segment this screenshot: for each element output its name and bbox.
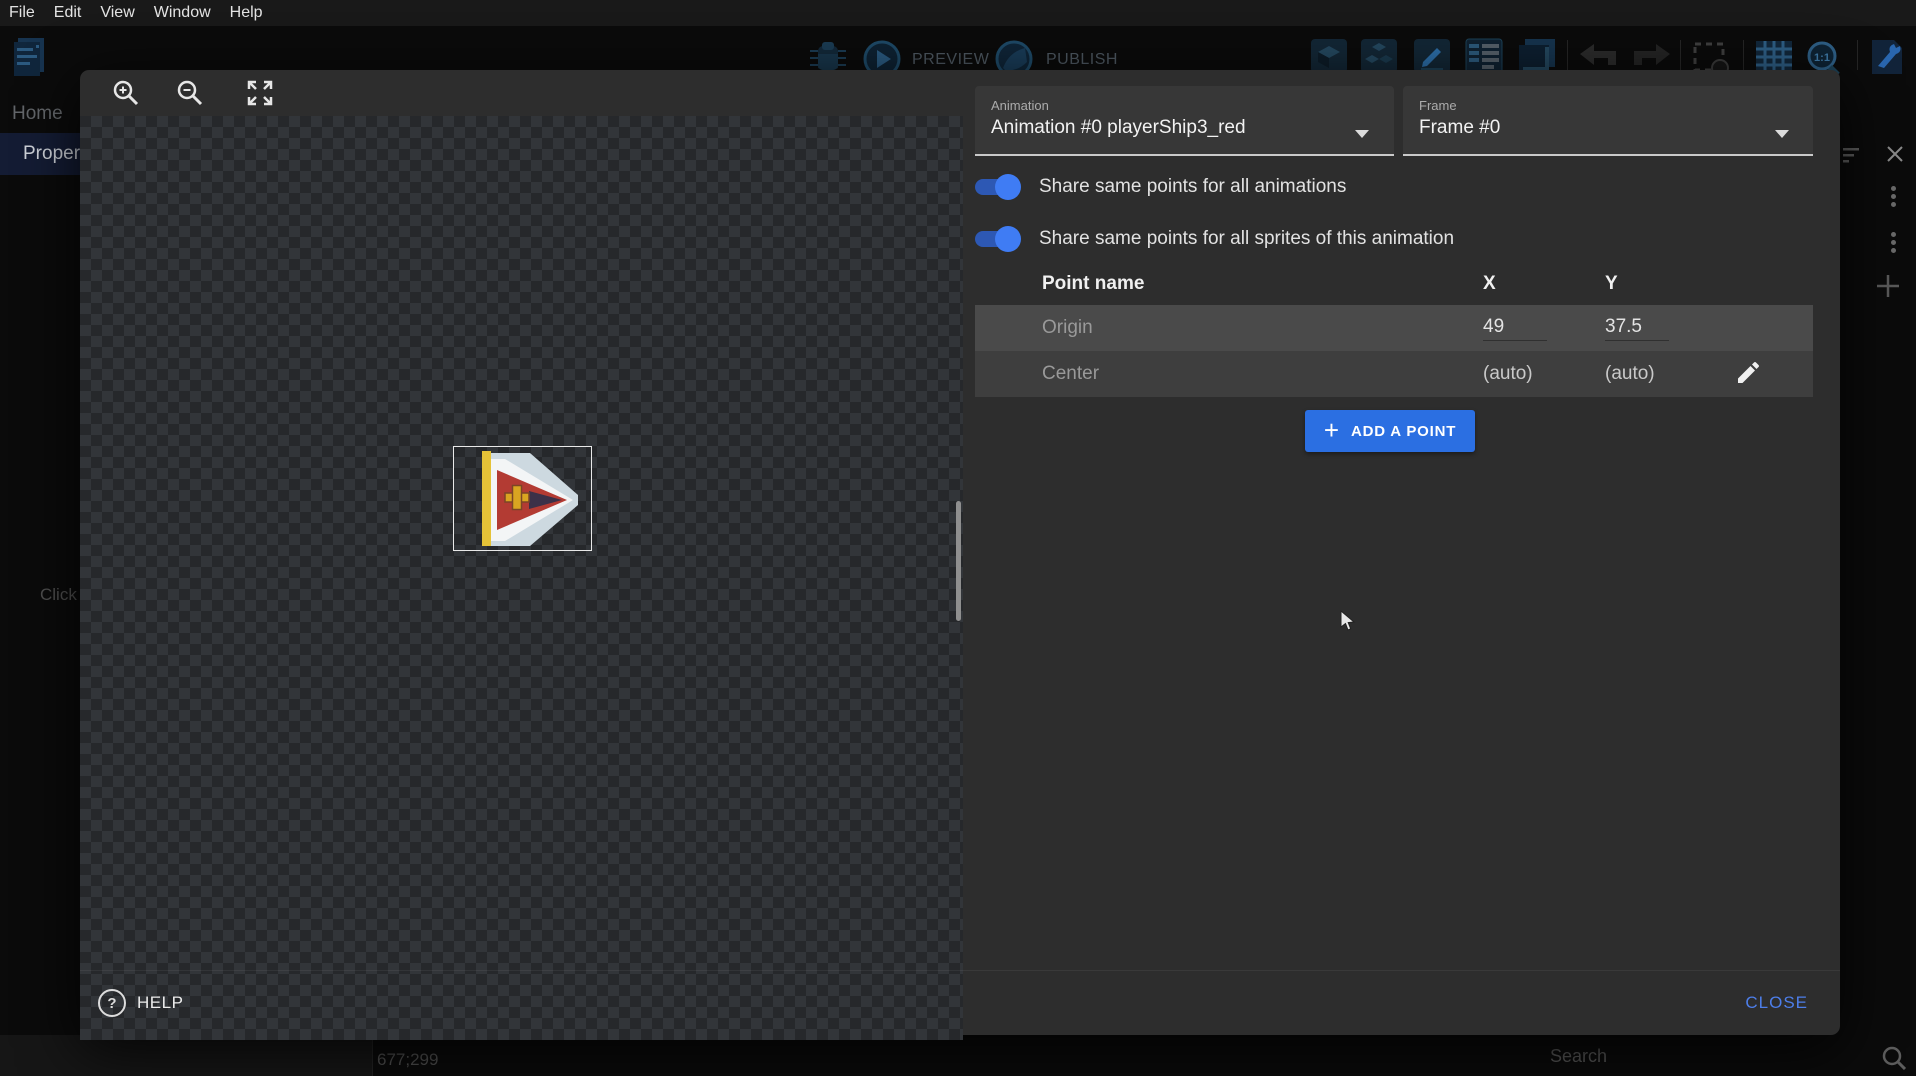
toolbar-separator bbox=[1857, 40, 1858, 70]
frame-select-value: Frame #0 bbox=[1419, 117, 1813, 139]
point-name: Center bbox=[975, 363, 1483, 385]
point-name: Origin bbox=[975, 317, 1483, 339]
fit-to-screen-button[interactable] bbox=[244, 77, 276, 109]
frame-select-label: Frame bbox=[1419, 98, 1813, 113]
debug-icon[interactable] bbox=[808, 40, 848, 74]
zoom-out-button[interactable] bbox=[174, 77, 206, 109]
center-x-value: (auto) bbox=[1483, 363, 1605, 385]
toolbar-separator bbox=[1743, 40, 1744, 70]
toolbar-separator bbox=[1680, 40, 1681, 70]
animation-select[interactable]: Animation Animation #0 playerShip3_red bbox=[975, 86, 1394, 156]
menu-window[interactable]: Window bbox=[154, 4, 211, 22]
layers-icon[interactable] bbox=[1517, 38, 1557, 74]
toolbar-separator bbox=[1567, 40, 1568, 70]
points-table: Point name X Y Origin 49 37.5 Center (au… bbox=[975, 262, 1813, 397]
ship-yellow-stripe bbox=[482, 451, 491, 546]
edit-point-icon[interactable] bbox=[1734, 361, 1760, 387]
dialog-footer: ? HELP CLOSE bbox=[80, 970, 1840, 1035]
add-point-label: ADD A POINT bbox=[1351, 423, 1456, 440]
background-hint-text: Click bbox=[40, 585, 80, 605]
tab-properties[interactable]: Properties bbox=[0, 133, 80, 175]
chevron-down-icon bbox=[1775, 130, 1789, 138]
add-panel-icon[interactable] bbox=[1877, 275, 1899, 297]
menu-view[interactable]: View bbox=[100, 4, 134, 22]
add-point-button[interactable]: + ADD A POINT bbox=[1305, 410, 1475, 452]
share-points-sprites-row: Share same points for all sprites of thi… bbox=[975, 221, 1454, 257]
toggle-label: Share same points for all sprites of thi… bbox=[1039, 228, 1454, 250]
header-y: Y bbox=[1605, 273, 1715, 295]
plus-icon: + bbox=[1324, 417, 1339, 443]
share-points-all-sprites-toggle[interactable] bbox=[975, 225, 1021, 253]
undo-icon[interactable] bbox=[1580, 44, 1618, 72]
header-x: X bbox=[1483, 273, 1605, 295]
close-panel-icon[interactable] bbox=[1887, 146, 1903, 162]
project-settings-icon[interactable] bbox=[1868, 38, 1906, 76]
center-y-value: (auto) bbox=[1605, 363, 1715, 385]
edit-scene-icon[interactable] bbox=[1413, 38, 1451, 74]
animation-select-value: Animation #0 playerShip3_red bbox=[991, 117, 1394, 139]
frame-select[interactable]: Frame Frame #0 bbox=[1403, 86, 1813, 156]
search-icon[interactable] bbox=[1882, 1046, 1907, 1070]
edit-points-dialog: Animation Animation #0 playerShip3_red F… bbox=[80, 70, 1840, 1035]
project-manager-icon[interactable] bbox=[12, 36, 48, 80]
help-button[interactable]: ? HELP bbox=[98, 989, 183, 1017]
origin-x-field[interactable]: 49 bbox=[1483, 316, 1547, 341]
sprite-canvas[interactable] bbox=[80, 116, 963, 1040]
tab-home[interactable]: Home bbox=[12, 103, 63, 125]
kebab-menu-icon[interactable] bbox=[1891, 232, 1896, 253]
tab-properties-label: Properties bbox=[23, 143, 80, 165]
canvas-toolbar bbox=[80, 70, 963, 116]
statusbar-left-panel bbox=[0, 1035, 373, 1076]
svg-text:1:1: 1:1 bbox=[1814, 52, 1830, 64]
objects-list-icon[interactable] bbox=[1310, 38, 1348, 74]
player-ship-sprite[interactable] bbox=[453, 446, 592, 551]
help-icon: ? bbox=[98, 989, 126, 1017]
search-input[interactable]: Search bbox=[1550, 1046, 1607, 1067]
menu-file[interactable]: File bbox=[9, 4, 35, 22]
publish-button[interactable]: PUBLISH bbox=[1046, 51, 1118, 69]
sort-filter-icon[interactable] bbox=[1843, 146, 1863, 164]
table-row-origin[interactable]: Origin 49 37.5 bbox=[975, 305, 1813, 351]
share-points-all-animations-toggle[interactable] bbox=[975, 173, 1021, 201]
header-point-name: Point name bbox=[975, 273, 1483, 295]
points-table-header: Point name X Y bbox=[975, 262, 1813, 305]
origin-y-field[interactable]: 37.5 bbox=[1605, 316, 1669, 341]
mouse-cursor bbox=[1340, 610, 1356, 632]
kebab-menu-icon[interactable] bbox=[1891, 186, 1896, 207]
preview-button[interactable]: PREVIEW bbox=[912, 51, 989, 69]
canvas-scrollbar[interactable] bbox=[956, 501, 961, 621]
close-button[interactable]: CLOSE bbox=[1745, 993, 1808, 1013]
help-label: HELP bbox=[137, 993, 183, 1013]
zoom-in-button[interactable] bbox=[110, 77, 142, 109]
animation-select-label: Animation bbox=[991, 98, 1394, 113]
application-window: File Edit View Window Help PREVIEW PUBLI… bbox=[0, 0, 1916, 1076]
share-points-animations-row: Share same points for all animations bbox=[975, 169, 1346, 205]
cursor-coordinates: 677;299 bbox=[377, 1050, 438, 1070]
chevron-down-icon bbox=[1355, 130, 1369, 138]
object-groups-icon[interactable] bbox=[1360, 38, 1398, 74]
redo-icon[interactable] bbox=[1632, 44, 1670, 72]
menu-bar: File Edit View Window Help bbox=[0, 0, 1916, 26]
events-list-icon[interactable] bbox=[1465, 38, 1503, 74]
menu-edit[interactable]: Edit bbox=[54, 4, 82, 22]
grid-icon[interactable] bbox=[1755, 40, 1793, 74]
toggle-label: Share same points for all animations bbox=[1039, 176, 1346, 198]
menu-help[interactable]: Help bbox=[230, 4, 263, 22]
table-row-center[interactable]: Center (auto) (auto) bbox=[975, 351, 1813, 397]
